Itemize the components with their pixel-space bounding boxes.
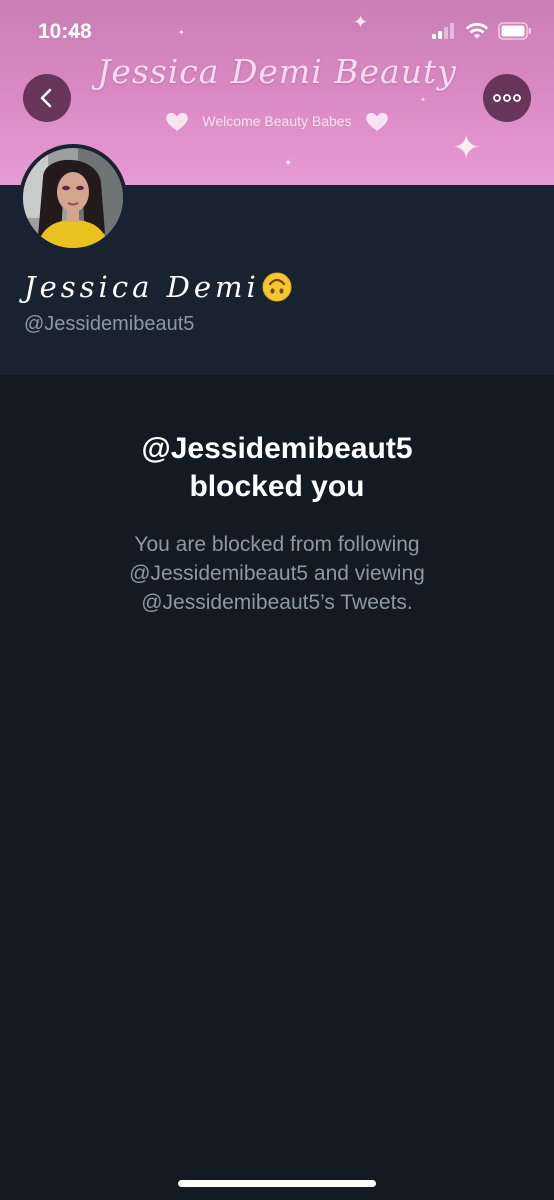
avatar-image [23, 148, 123, 248]
heart-icon [365, 112, 388, 131]
sparkle-icon: ✦ [284, 158, 293, 169]
avatar[interactable] [19, 144, 127, 252]
heart-icon [166, 112, 189, 131]
banner-subtitle: Welcome Beauty Babes [202, 113, 352, 129]
screen: ✦ ✦ ✦ ✦ ✦ ✦ Jessica Demi Beauty Welcome … [0, 0, 554, 1200]
home-indicator[interactable] [178, 1180, 376, 1187]
sparkle-icon: ✦ [452, 129, 481, 167]
more-options-button[interactable] [483, 74, 531, 122]
display-name: Jessica Demi [24, 270, 292, 304]
back-button[interactable] [23, 74, 71, 122]
blocked-message: @Jessidemibeaut5 blocked you You are blo… [0, 430, 554, 617]
status-bar: 10:48 [0, 0, 554, 64]
blocked-title-handle: @Jessidemibeaut5 [141, 432, 413, 465]
blocked-title: @Jessidemibeaut5 blocked you [0, 430, 554, 506]
blocked-desc-line: @Jessidemibeaut5 and viewing [129, 562, 425, 585]
sparkle-icon: ✦ [420, 97, 426, 104]
wifi-icon [465, 22, 489, 39]
profile-handle: @Jessidemibeaut5 [24, 313, 195, 335]
chevron-left-icon [40, 88, 52, 108]
blocked-title-text: blocked you [189, 470, 365, 503]
banner-subtitle-row: Welcome Beauty Babes [0, 108, 554, 134]
display-name-text: Jessica Demi [24, 270, 260, 304]
upside-down-face-emoji [262, 272, 292, 302]
blocked-description: You are blocked from following @Jessidem… [0, 530, 554, 617]
status-icons [432, 22, 532, 40]
blocked-desc-line: You are blocked from following [134, 533, 420, 556]
avatar-photo [23, 148, 123, 248]
cellular-signal-icon [432, 23, 454, 39]
more-horizontal-icon [493, 94, 521, 102]
status-time: 10:48 [38, 20, 92, 43]
battery-icon [498, 22, 531, 40]
blocked-desc-line: @Jessidemibeaut5’s Tweets. [141, 591, 413, 614]
